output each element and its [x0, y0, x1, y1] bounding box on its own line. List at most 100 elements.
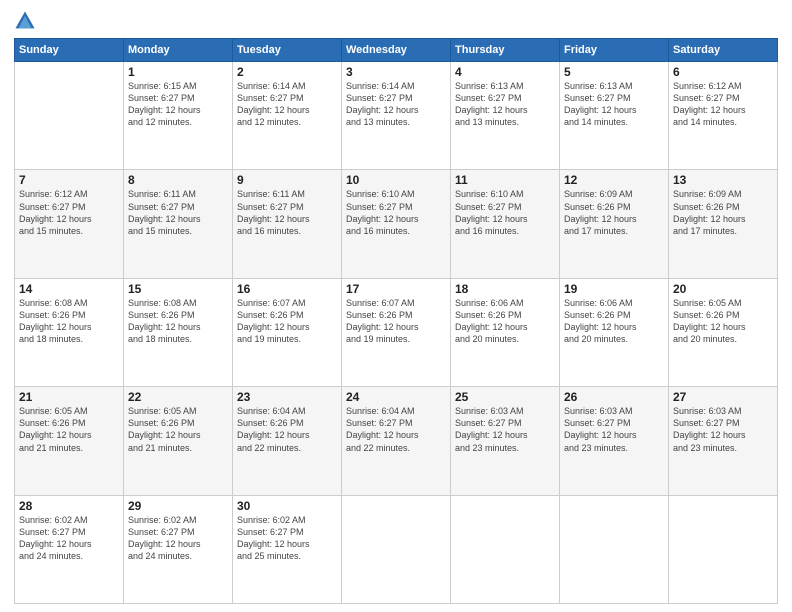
cell-info: Sunrise: 6:12 AM Sunset: 6:27 PM Dayligh… [673, 80, 773, 129]
calendar-cell: 8Sunrise: 6:11 AM Sunset: 6:27 PM Daylig… [124, 170, 233, 278]
calendar-cell: 29Sunrise: 6:02 AM Sunset: 6:27 PM Dayli… [124, 495, 233, 603]
calendar-cell [15, 62, 124, 170]
calendar-cell: 30Sunrise: 6:02 AM Sunset: 6:27 PM Dayli… [233, 495, 342, 603]
day-number: 20 [673, 282, 773, 296]
calendar-week-row: 14Sunrise: 6:08 AM Sunset: 6:26 PM Dayli… [15, 278, 778, 386]
calendar-cell: 23Sunrise: 6:04 AM Sunset: 6:26 PM Dayli… [233, 387, 342, 495]
calendar-cell: 9Sunrise: 6:11 AM Sunset: 6:27 PM Daylig… [233, 170, 342, 278]
calendar-cell: 6Sunrise: 6:12 AM Sunset: 6:27 PM Daylig… [669, 62, 778, 170]
day-number: 9 [237, 173, 337, 187]
cell-info: Sunrise: 6:06 AM Sunset: 6:26 PM Dayligh… [455, 297, 555, 346]
day-number: 22 [128, 390, 228, 404]
calendar-cell: 18Sunrise: 6:06 AM Sunset: 6:26 PM Dayli… [451, 278, 560, 386]
calendar-day-header: Monday [124, 39, 233, 62]
calendar-day-header: Wednesday [342, 39, 451, 62]
cell-info: Sunrise: 6:05 AM Sunset: 6:26 PM Dayligh… [673, 297, 773, 346]
cell-info: Sunrise: 6:03 AM Sunset: 6:27 PM Dayligh… [455, 405, 555, 454]
cell-info: Sunrise: 6:05 AM Sunset: 6:26 PM Dayligh… [19, 405, 119, 454]
calendar-header-row: SundayMondayTuesdayWednesdayThursdayFrid… [15, 39, 778, 62]
calendar-cell: 7Sunrise: 6:12 AM Sunset: 6:27 PM Daylig… [15, 170, 124, 278]
cell-info: Sunrise: 6:14 AM Sunset: 6:27 PM Dayligh… [237, 80, 337, 129]
cell-info: Sunrise: 6:03 AM Sunset: 6:27 PM Dayligh… [564, 405, 664, 454]
cell-info: Sunrise: 6:08 AM Sunset: 6:26 PM Dayligh… [19, 297, 119, 346]
cell-info: Sunrise: 6:15 AM Sunset: 6:27 PM Dayligh… [128, 80, 228, 129]
calendar-cell: 15Sunrise: 6:08 AM Sunset: 6:26 PM Dayli… [124, 278, 233, 386]
calendar-day-header: Tuesday [233, 39, 342, 62]
calendar-cell: 5Sunrise: 6:13 AM Sunset: 6:27 PM Daylig… [560, 62, 669, 170]
calendar-day-header: Thursday [451, 39, 560, 62]
header [14, 10, 778, 32]
calendar-day-header: Saturday [669, 39, 778, 62]
cell-info: Sunrise: 6:10 AM Sunset: 6:27 PM Dayligh… [455, 188, 555, 237]
calendar-cell: 13Sunrise: 6:09 AM Sunset: 6:26 PM Dayli… [669, 170, 778, 278]
calendar-cell: 14Sunrise: 6:08 AM Sunset: 6:26 PM Dayli… [15, 278, 124, 386]
cell-info: Sunrise: 6:02 AM Sunset: 6:27 PM Dayligh… [19, 514, 119, 563]
calendar-week-row: 7Sunrise: 6:12 AM Sunset: 6:27 PM Daylig… [15, 170, 778, 278]
cell-info: Sunrise: 6:06 AM Sunset: 6:26 PM Dayligh… [564, 297, 664, 346]
day-number: 30 [237, 499, 337, 513]
calendar-cell [451, 495, 560, 603]
calendar-table: SundayMondayTuesdayWednesdayThursdayFrid… [14, 38, 778, 604]
cell-info: Sunrise: 6:04 AM Sunset: 6:27 PM Dayligh… [346, 405, 446, 454]
day-number: 21 [19, 390, 119, 404]
calendar-cell: 4Sunrise: 6:13 AM Sunset: 6:27 PM Daylig… [451, 62, 560, 170]
day-number: 11 [455, 173, 555, 187]
calendar-cell: 12Sunrise: 6:09 AM Sunset: 6:26 PM Dayli… [560, 170, 669, 278]
day-number: 24 [346, 390, 446, 404]
logo-icon [14, 10, 36, 32]
calendar-week-row: 28Sunrise: 6:02 AM Sunset: 6:27 PM Dayli… [15, 495, 778, 603]
day-number: 5 [564, 65, 664, 79]
calendar-cell: 25Sunrise: 6:03 AM Sunset: 6:27 PM Dayli… [451, 387, 560, 495]
calendar-cell: 17Sunrise: 6:07 AM Sunset: 6:26 PM Dayli… [342, 278, 451, 386]
calendar-day-header: Sunday [15, 39, 124, 62]
day-number: 2 [237, 65, 337, 79]
day-number: 17 [346, 282, 446, 296]
cell-info: Sunrise: 6:13 AM Sunset: 6:27 PM Dayligh… [455, 80, 555, 129]
cell-info: Sunrise: 6:02 AM Sunset: 6:27 PM Dayligh… [128, 514, 228, 563]
calendar-cell [342, 495, 451, 603]
cell-info: Sunrise: 6:13 AM Sunset: 6:27 PM Dayligh… [564, 80, 664, 129]
day-number: 12 [564, 173, 664, 187]
calendar-week-row: 1Sunrise: 6:15 AM Sunset: 6:27 PM Daylig… [15, 62, 778, 170]
calendar-cell: 3Sunrise: 6:14 AM Sunset: 6:27 PM Daylig… [342, 62, 451, 170]
calendar-cell: 28Sunrise: 6:02 AM Sunset: 6:27 PM Dayli… [15, 495, 124, 603]
day-number: 15 [128, 282, 228, 296]
cell-info: Sunrise: 6:10 AM Sunset: 6:27 PM Dayligh… [346, 188, 446, 237]
page: SundayMondayTuesdayWednesdayThursdayFrid… [0, 0, 792, 612]
calendar-cell: 21Sunrise: 6:05 AM Sunset: 6:26 PM Dayli… [15, 387, 124, 495]
day-number: 23 [237, 390, 337, 404]
cell-info: Sunrise: 6:09 AM Sunset: 6:26 PM Dayligh… [564, 188, 664, 237]
day-number: 18 [455, 282, 555, 296]
day-number: 14 [19, 282, 119, 296]
day-number: 16 [237, 282, 337, 296]
calendar-cell: 2Sunrise: 6:14 AM Sunset: 6:27 PM Daylig… [233, 62, 342, 170]
calendar-cell: 24Sunrise: 6:04 AM Sunset: 6:27 PM Dayli… [342, 387, 451, 495]
day-number: 28 [19, 499, 119, 513]
cell-info: Sunrise: 6:11 AM Sunset: 6:27 PM Dayligh… [128, 188, 228, 237]
day-number: 26 [564, 390, 664, 404]
cell-info: Sunrise: 6:07 AM Sunset: 6:26 PM Dayligh… [346, 297, 446, 346]
day-number: 3 [346, 65, 446, 79]
cell-info: Sunrise: 6:05 AM Sunset: 6:26 PM Dayligh… [128, 405, 228, 454]
calendar-week-row: 21Sunrise: 6:05 AM Sunset: 6:26 PM Dayli… [15, 387, 778, 495]
day-number: 19 [564, 282, 664, 296]
calendar-cell: 16Sunrise: 6:07 AM Sunset: 6:26 PM Dayli… [233, 278, 342, 386]
calendar-cell: 11Sunrise: 6:10 AM Sunset: 6:27 PM Dayli… [451, 170, 560, 278]
logo [14, 10, 40, 32]
calendar-cell: 20Sunrise: 6:05 AM Sunset: 6:26 PM Dayli… [669, 278, 778, 386]
cell-info: Sunrise: 6:12 AM Sunset: 6:27 PM Dayligh… [19, 188, 119, 237]
day-number: 13 [673, 173, 773, 187]
cell-info: Sunrise: 6:03 AM Sunset: 6:27 PM Dayligh… [673, 405, 773, 454]
day-number: 1 [128, 65, 228, 79]
day-number: 4 [455, 65, 555, 79]
calendar-cell: 1Sunrise: 6:15 AM Sunset: 6:27 PM Daylig… [124, 62, 233, 170]
cell-info: Sunrise: 6:07 AM Sunset: 6:26 PM Dayligh… [237, 297, 337, 346]
cell-info: Sunrise: 6:08 AM Sunset: 6:26 PM Dayligh… [128, 297, 228, 346]
cell-info: Sunrise: 6:09 AM Sunset: 6:26 PM Dayligh… [673, 188, 773, 237]
calendar-day-header: Friday [560, 39, 669, 62]
day-number: 27 [673, 390, 773, 404]
calendar-cell: 27Sunrise: 6:03 AM Sunset: 6:27 PM Dayli… [669, 387, 778, 495]
calendar-cell [669, 495, 778, 603]
cell-info: Sunrise: 6:11 AM Sunset: 6:27 PM Dayligh… [237, 188, 337, 237]
calendar-cell [560, 495, 669, 603]
